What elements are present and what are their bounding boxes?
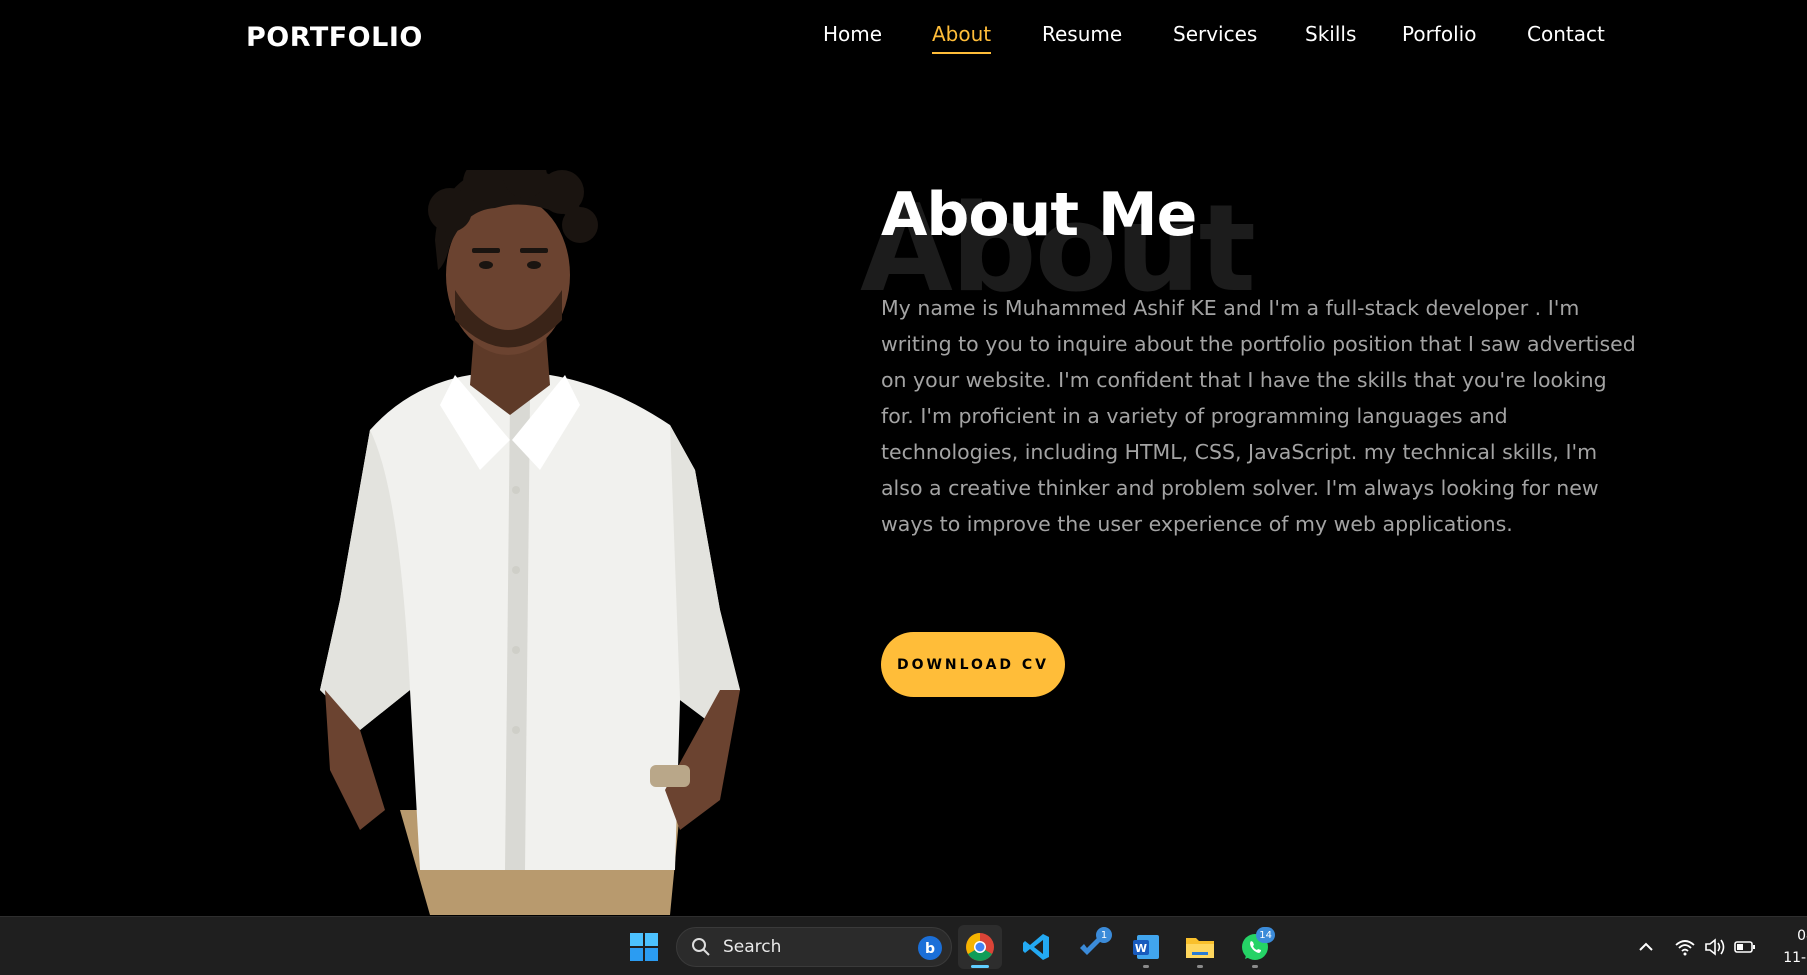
todo-app[interactable]: 1 — [1070, 925, 1114, 969]
download-cv-button[interactable]: DOWNLOAD CV — [881, 632, 1065, 697]
nav-contact[interactable]: Contact — [1527, 22, 1605, 54]
about-description: My name is Muhammed Ashif KE and I'm a f… — [881, 296, 1636, 536]
nav-services[interactable]: Services — [1173, 22, 1257, 54]
system-clock[interactable]: 04 11-0 — [1775, 925, 1807, 969]
chevron-up-icon[interactable] — [1636, 937, 1656, 957]
battery-icon[interactable] — [1734, 937, 1756, 957]
volume-icon[interactable] — [1704, 937, 1726, 957]
system-tray — [1636, 917, 1756, 975]
nav-portfolio[interactable]: Porfolio — [1402, 22, 1476, 54]
nav-home[interactable]: Home — [823, 22, 882, 54]
chrome-icon — [966, 933, 994, 961]
nav-skills[interactable]: Skills — [1305, 22, 1356, 54]
running-indicator — [1197, 965, 1203, 968]
windows-logo-icon — [630, 933, 658, 961]
main-nav: Home About Resume Services Skills Porfol… — [0, 22, 1807, 62]
notification-badge: 14 — [1256, 927, 1275, 943]
search-icon — [692, 938, 710, 956]
about-title: About Me — [881, 180, 1197, 250]
active-indicator — [971, 965, 989, 968]
svg-text:W: W — [1135, 942, 1147, 955]
chrome-app[interactable] — [958, 925, 1002, 969]
file-explorer-app[interactable] — [1178, 925, 1222, 969]
word-app[interactable]: W — [1124, 925, 1168, 969]
profile-photo — [320, 170, 740, 915]
whatsapp-app[interactable]: 14 — [1233, 925, 1277, 969]
nav-resume[interactable]: Resume — [1042, 22, 1122, 54]
nav-about[interactable]: About — [932, 22, 992, 54]
running-indicator — [1143, 965, 1149, 968]
file-explorer-icon — [1186, 938, 1214, 958]
vscode-app[interactable] — [1014, 925, 1058, 969]
windows-taskbar: Search b 1 W 14 0 11- — [0, 916, 1807, 975]
clock-date: 11-0 — [1783, 950, 1807, 966]
clock-time: 04 — [1797, 928, 1807, 944]
svg-text:b: b — [925, 941, 935, 957]
wifi-icon[interactable] — [1674, 937, 1696, 957]
start-button[interactable] — [622, 925, 666, 969]
vscode-icon — [1023, 934, 1049, 960]
search-label: Search — [723, 937, 782, 957]
word-icon: W — [1133, 935, 1159, 959]
running-indicator — [1252, 965, 1258, 968]
notification-badge: 1 — [1096, 927, 1112, 943]
bing-icon[interactable]: b — [917, 935, 943, 961]
taskbar-search[interactable]: Search b — [676, 927, 952, 967]
